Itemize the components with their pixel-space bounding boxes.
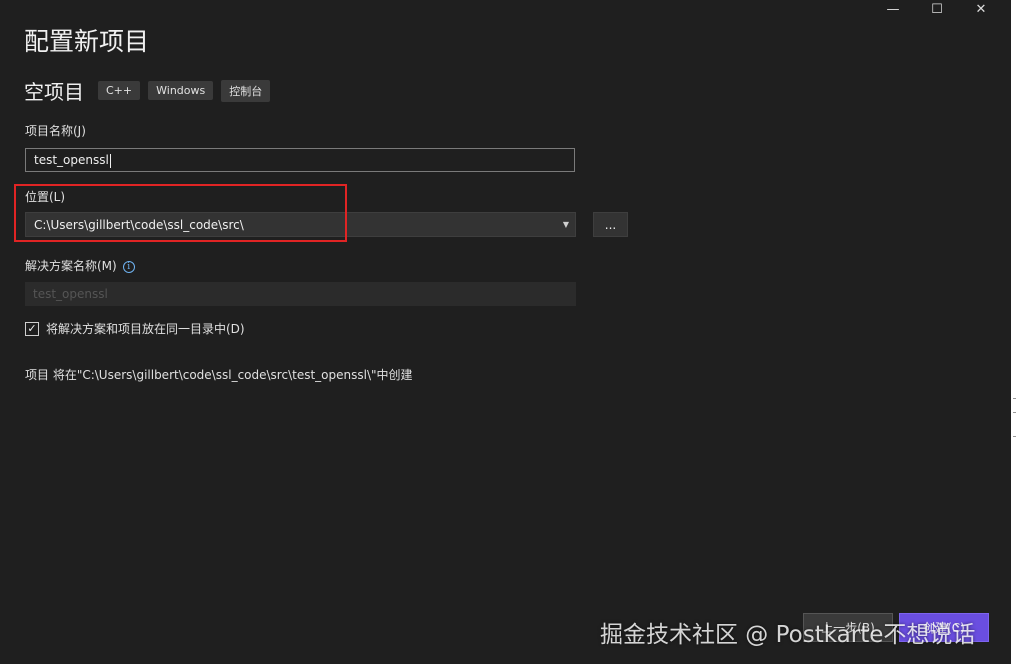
location-value: C:\Users\gillbert\code\ssl_code\src\ <box>34 217 244 232</box>
tag-windows: Windows <box>148 81 214 100</box>
background-mark <box>1013 412 1016 413</box>
solution-name-input: test_openssl <box>25 282 576 306</box>
browse-button[interactable]: ... <box>593 212 628 237</box>
checkmark-icon: ✓ <box>27 322 37 335</box>
window-controls: — ☐ ✕ <box>871 0 1003 18</box>
tag-cpp: C++ <box>98 81 141 100</box>
same-directory-checkbox[interactable]: ✓ <box>25 321 39 336</box>
maximize-icon[interactable]: ☐ <box>915 0 959 18</box>
project-name-label: 项目名称(J) <box>25 124 86 138</box>
page-title: 配置新项目 <box>24 27 150 56</box>
configure-project-dialog: — ☐ ✕ 配置新项目 空项目 C++ Windows 控制台 项目名称(J) … <box>0 0 1012 664</box>
project-name-input[interactable]: test_openssl <box>25 148 575 172</box>
close-icon[interactable]: ✕ <box>959 0 1003 18</box>
solution-name-label-row: 解决方案名称(M) i <box>25 257 135 274</box>
template-name: 空项目 <box>24 80 84 104</box>
back-button[interactable]: 上一步(B) <box>803 613 893 642</box>
text-caret <box>109 153 111 168</box>
same-directory-label: 将解决方案和项目放在同一目录中(D) <box>46 322 245 336</box>
background-mark <box>1013 436 1016 437</box>
solution-name-label: 解决方案名称(M) <box>25 259 117 273</box>
tag-console: 控制台 <box>221 79 271 102</box>
creation-path-summary: 项目 将在"C:\Users\gillbert\code\ssl_code\sr… <box>25 368 413 382</box>
location-combobox[interactable]: C:\Users\gillbert\code\ssl_code\src\ ▼ <box>25 212 576 237</box>
project-name-value: test_openssl <box>34 153 109 167</box>
info-icon[interactable]: i <box>122 260 135 273</box>
chevron-down-icon[interactable]: ▼ <box>563 220 569 229</box>
template-header: 空项目 C++ Windows 控制台 <box>24 76 278 105</box>
minimize-icon[interactable]: — <box>871 0 915 18</box>
background-mark <box>1013 398 1016 399</box>
location-label: 位置(L) <box>25 190 66 204</box>
create-button[interactable]: 创建(C) <box>899 613 989 642</box>
same-directory-option[interactable]: ✓ 将解决方案和项目放在同一目录中(D) <box>25 320 245 337</box>
background-window-edge <box>1011 0 1017 664</box>
